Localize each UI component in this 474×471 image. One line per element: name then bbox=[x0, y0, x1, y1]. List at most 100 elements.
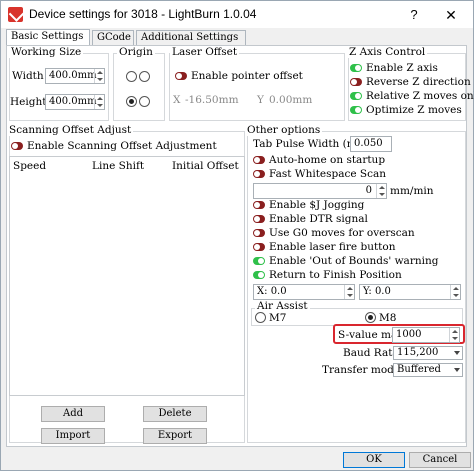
z-axis-relative-row[interactable]: Relative Z moves only bbox=[350, 90, 474, 102]
basic-settings-panel: Working Size Width 400.0mm Height 400.0m… bbox=[6, 45, 474, 447]
z-axis-enable-toggle[interactable] bbox=[350, 64, 362, 72]
origin-top-right-radio[interactable] bbox=[139, 71, 150, 82]
z-axis-title: Z Axis Control bbox=[347, 46, 428, 58]
close-button[interactable]: ✕ bbox=[437, 5, 465, 25]
scanning-enable-label: Enable Scanning Offset Adjustment bbox=[27, 140, 217, 152]
import-button[interactable]: Import bbox=[41, 428, 105, 444]
device-settings-window: Device settings for 3018 - LightBurn 1.0… bbox=[0, 0, 474, 471]
tab-gcode[interactable]: GCode bbox=[92, 30, 134, 46]
dtr-signal-toggle[interactable] bbox=[253, 215, 265, 223]
tab-pulse-input[interactable]: 0.050 bbox=[350, 136, 392, 152]
origin-bottom-right-radio[interactable] bbox=[139, 96, 150, 107]
lightburn-app-icon bbox=[8, 7, 23, 22]
out-of-bounds-toggle[interactable] bbox=[253, 257, 265, 265]
z-axis-enable-label: Enable Z axis bbox=[366, 62, 438, 74]
transfer-mode-label: Transfer mode bbox=[322, 364, 401, 376]
fast-whitespace-row[interactable]: Fast Whitespace Scan bbox=[253, 168, 386, 180]
column-speed[interactable]: Speed bbox=[13, 160, 46, 172]
out-of-bounds-row[interactable]: Enable 'Out of Bounds' warning bbox=[253, 255, 438, 267]
origin-group bbox=[113, 53, 165, 121]
z-axis-relative-toggle[interactable] bbox=[350, 92, 362, 100]
return-finish-row[interactable]: Return to Finish Position bbox=[253, 269, 402, 281]
offset-y-value[interactable]: 0.00mm bbox=[269, 94, 312, 106]
j-jogging-label: Enable $J Jogging bbox=[269, 199, 365, 211]
whitespace-speed-spinner-icon[interactable] bbox=[376, 184, 386, 198]
title-bar: Device settings for 3018 - LightBurn 1.0… bbox=[1, 1, 473, 28]
scanning-enable-row[interactable]: Enable Scanning Offset Adjustment bbox=[11, 140, 217, 152]
z-axis-optimize-label: Optimize Z moves bbox=[366, 104, 462, 116]
z-axis-reverse-row[interactable]: Reverse Z direction bbox=[350, 76, 471, 88]
finish-x-input[interactable]: X: 0.0 bbox=[253, 284, 355, 300]
scanning-offset-table[interactable]: Speed Line Shift Initial Offset bbox=[9, 156, 245, 396]
export-button[interactable]: Export bbox=[143, 428, 207, 444]
j-jogging-row[interactable]: Enable $J Jogging bbox=[253, 199, 364, 211]
offset-x-label: X bbox=[173, 94, 181, 106]
g0-overscan-row[interactable]: Use G0 moves for overscan bbox=[253, 227, 415, 239]
z-axis-optimize-toggle[interactable] bbox=[350, 106, 362, 114]
z-axis-reverse-label: Reverse Z direction bbox=[366, 76, 471, 88]
air-assist-m7-radio[interactable] bbox=[255, 312, 266, 323]
g0-overscan-toggle[interactable] bbox=[253, 229, 265, 237]
finish-x-spinner-icon[interactable] bbox=[344, 285, 354, 299]
svalue-spinner-icon[interactable] bbox=[449, 328, 459, 342]
transfer-mode-select[interactable]: Buffered bbox=[393, 363, 463, 377]
air-assist-m8-radio[interactable] bbox=[365, 312, 376, 323]
laser-offset-group bbox=[169, 53, 345, 121]
ok-button[interactable]: OK bbox=[343, 452, 405, 468]
pointer-offset-toggle[interactable] bbox=[175, 72, 187, 80]
baud-rate-dropdown-icon[interactable] bbox=[454, 351, 460, 355]
height-label: Height bbox=[10, 96, 47, 108]
z-axis-optimize-row[interactable]: Optimize Z moves bbox=[350, 104, 462, 116]
scanning-offset-title: Scanning Offset Adjust bbox=[7, 124, 134, 136]
z-axis-relative-label: Relative Z moves only bbox=[366, 90, 474, 102]
fast-whitespace-label: Fast Whitespace Scan bbox=[269, 168, 387, 180]
help-button[interactable]: ? bbox=[402, 5, 426, 25]
working-size-group bbox=[9, 53, 109, 121]
auto-home-toggle[interactable] bbox=[253, 156, 265, 164]
laser-offset-title: Laser Offset bbox=[170, 46, 240, 58]
z-axis-enable-row[interactable]: Enable Z axis bbox=[350, 62, 438, 74]
width-label: Width bbox=[12, 70, 44, 82]
add-button[interactable]: Add bbox=[41, 406, 105, 422]
svalue-max-input[interactable]: 1000 bbox=[392, 327, 460, 343]
baud-rate-label: Baud Rate bbox=[343, 347, 399, 359]
dtr-signal-label: Enable DTR signal bbox=[269, 213, 368, 225]
tab-additional-settings[interactable]: Additional Settings bbox=[136, 30, 246, 46]
laser-fire-row[interactable]: Enable laser fire button bbox=[253, 241, 395, 253]
column-line-shift[interactable]: Line Shift bbox=[92, 160, 144, 172]
column-initial-offset[interactable]: Initial Offset bbox=[172, 160, 239, 172]
g0-overscan-label: Use G0 moves for overscan bbox=[269, 227, 415, 239]
return-finish-toggle[interactable] bbox=[253, 271, 265, 279]
laser-fire-toggle[interactable] bbox=[253, 243, 265, 251]
j-jogging-toggle[interactable] bbox=[253, 201, 265, 209]
transfer-mode-dropdown-icon[interactable] bbox=[454, 368, 460, 372]
whitespace-speed-input[interactable]: 0 bbox=[253, 183, 387, 199]
tab-basic-settings[interactable]: Basic Settings bbox=[6, 29, 90, 46]
laser-fire-label: Enable laser fire button bbox=[269, 241, 396, 253]
auto-home-row[interactable]: Auto-home on startup bbox=[253, 154, 385, 166]
width-spinner-icon[interactable] bbox=[94, 69, 104, 83]
dtr-signal-row[interactable]: Enable DTR signal bbox=[253, 213, 368, 225]
finish-y-input[interactable]: Y: 0.0 bbox=[359, 284, 461, 300]
height-spinner-icon[interactable] bbox=[94, 95, 104, 109]
air-assist-m8-label: M8 bbox=[379, 312, 397, 324]
baud-rate-select[interactable]: 115,200 bbox=[393, 346, 463, 360]
z-axis-reverse-toggle[interactable] bbox=[350, 78, 362, 86]
out-of-bounds-label: Enable 'Out of Bounds' warning bbox=[269, 255, 439, 267]
fast-whitespace-toggle[interactable] bbox=[253, 170, 265, 178]
origin-top-left-radio[interactable] bbox=[126, 71, 137, 82]
window-title: Device settings for 3018 - LightBurn 1.0… bbox=[29, 7, 257, 21]
offset-x-value[interactable]: -16.50mm bbox=[185, 94, 239, 106]
offset-y-label: Y bbox=[257, 94, 264, 106]
auto-home-label: Auto-home on startup bbox=[269, 154, 386, 166]
origin-bottom-left-radio[interactable] bbox=[126, 96, 137, 107]
finish-y-spinner-icon[interactable] bbox=[450, 285, 460, 299]
cancel-button[interactable]: Cancel bbox=[409, 452, 471, 468]
width-input[interactable]: 400.0mm bbox=[45, 68, 105, 84]
scanning-enable-toggle[interactable] bbox=[11, 142, 23, 150]
speed-unit-label: mm/min bbox=[390, 185, 434, 197]
pointer-offset-toggle-row[interactable]: Enable pointer offset bbox=[175, 70, 303, 82]
delete-button[interactable]: Delete bbox=[143, 406, 207, 422]
height-input[interactable]: 400.0mm bbox=[45, 94, 105, 110]
other-options-title: Other options bbox=[245, 124, 323, 136]
